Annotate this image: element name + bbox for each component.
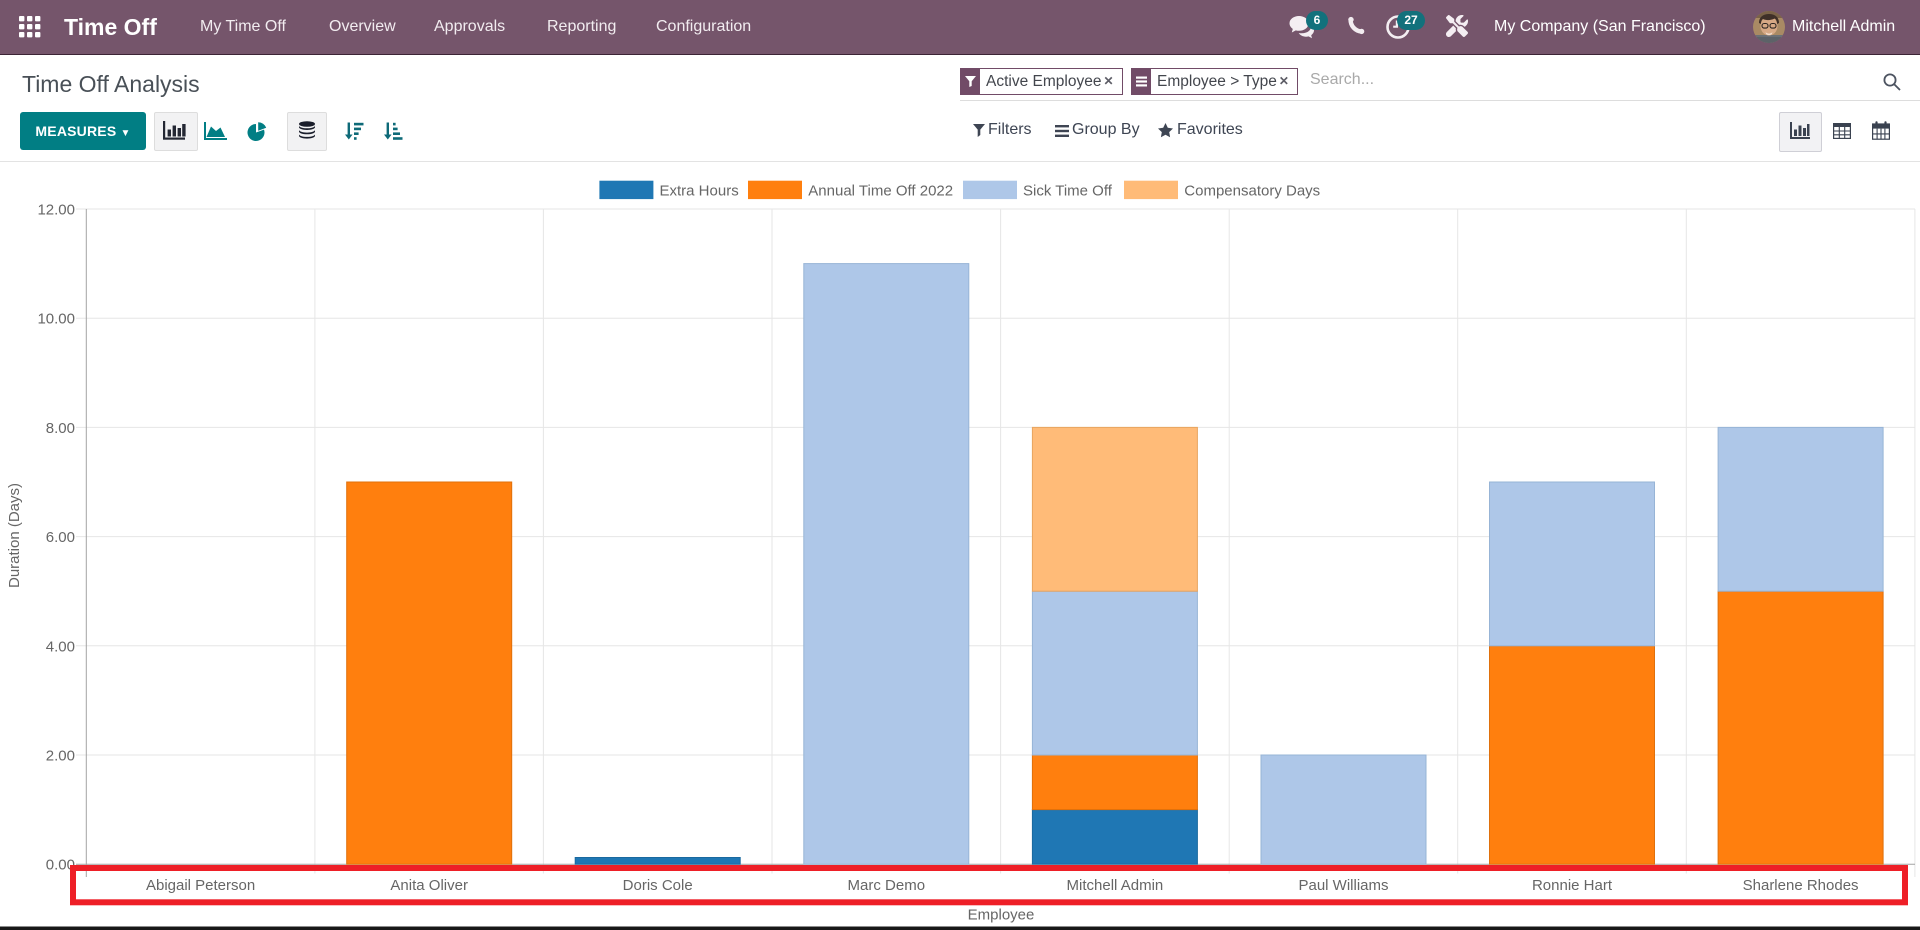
svg-text:Extra Hours: Extra Hours — [660, 183, 739, 200]
svg-text:10.00: 10.00 — [37, 311, 75, 328]
svg-text:6.00: 6.00 — [46, 529, 75, 546]
svg-text:Ronnie Hart: Ronnie Hart — [1532, 877, 1613, 894]
svg-text:Sharlene Rhodes: Sharlene Rhodes — [1743, 877, 1859, 894]
svg-text:Anita Oliver: Anita Oliver — [390, 877, 468, 894]
svg-text:Compensatory Days: Compensatory Days — [1184, 183, 1320, 200]
svg-text:2.00: 2.00 — [46, 748, 75, 765]
svg-text:8.00: 8.00 — [46, 420, 75, 437]
svg-text:Marc Demo: Marc Demo — [848, 877, 926, 894]
svg-text:12.00: 12.00 — [37, 202, 75, 219]
svg-text:Duration (Days): Duration (Days) — [6, 483, 23, 588]
svg-text:4.00: 4.00 — [46, 638, 75, 655]
svg-text:Employee: Employee — [968, 907, 1035, 924]
svg-text:Abigail Peterson: Abigail Peterson — [146, 877, 255, 894]
svg-text:Annual Time Off 2022: Annual Time Off 2022 — [808, 183, 953, 200]
svg-text:Paul Williams: Paul Williams — [1298, 877, 1388, 894]
svg-text:Mitchell Admin: Mitchell Admin — [1067, 877, 1164, 894]
svg-text:Doris Cole: Doris Cole — [623, 877, 693, 894]
svg-text:Sick Time Off: Sick Time Off — [1023, 183, 1113, 200]
